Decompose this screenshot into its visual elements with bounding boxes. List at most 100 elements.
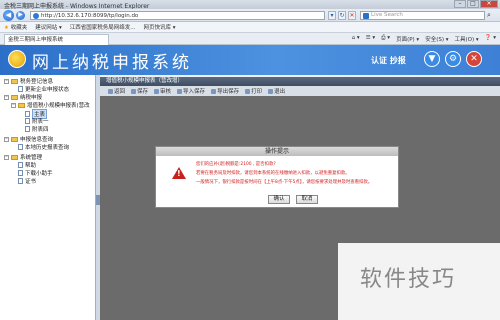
- tree-label: 纳税申报: [20, 95, 43, 101]
- watermark-text: 软件技巧: [360, 267, 457, 292]
- tree-label: 增值税小规模申报表(营改: [27, 103, 90, 109]
- document-icon: [25, 118, 30, 124]
- exit-icon[interactable]: ✕: [466, 51, 482, 67]
- toolbar-label: 打印: [251, 89, 263, 95]
- address-bar[interactable]: http://10.32.6.170:8099/tp/login.do: [30, 11, 325, 20]
- toolbar-export-button[interactable]: 导出保存: [211, 87, 239, 95]
- save-icon: [131, 88, 137, 94]
- home-icon[interactable]: ⌂ ▾: [352, 35, 360, 43]
- form-toolbar: 返回 保存 审核 导入保存 导出保存 打印 退出: [100, 86, 500, 96]
- minimize-icon[interactable]: –: [454, 0, 466, 8]
- favorites-label: 收藏夹: [10, 25, 28, 31]
- toolbar-label: 导出保存: [217, 89, 240, 95]
- tree-label: 帮助: [25, 163, 37, 169]
- toolbar-label: 退出: [274, 89, 286, 95]
- tree-label: 下载小助手: [25, 171, 53, 177]
- toolbar-label: 保存: [137, 89, 149, 95]
- return-icon: [108, 88, 113, 94]
- toolbar-label: 返回: [114, 89, 126, 95]
- tree-item-local-history[interactable]: 本地历史报表查询: [18, 143, 69, 151]
- forward-icon[interactable]: ▶: [16, 11, 25, 20]
- expand-icon[interactable]: –: [4, 94, 9, 100]
- tree-item-query[interactable]: – 申报信息查询: [4, 135, 53, 143]
- help-menu[interactable]: ❓ ▾: [485, 35, 496, 43]
- tree-item-system[interactable]: – 系统管理: [4, 153, 42, 161]
- favorites-bar: ★ 收藏夹 建议网站 ▾ 江西省国家税务局网络发... 网页快讯库 ▾: [0, 22, 500, 33]
- tree-label: 本地历史报表查询: [25, 145, 70, 151]
- import-icon: [177, 88, 183, 94]
- tree-label: 系统管理: [20, 155, 43, 161]
- stop-icon[interactable]: ✕: [348, 11, 356, 20]
- tree-item-registration[interactable]: – 税务登记信息: [4, 77, 53, 85]
- address-url: http://10.32.6.170:8099/tp/login.do: [41, 12, 139, 19]
- dialog-title: 操作提示: [156, 147, 398, 156]
- toolbar-import-button[interactable]: 导入保存: [177, 87, 205, 95]
- search-icon[interactable]: ⌕: [487, 11, 491, 20]
- watermark-area: 软件技巧: [338, 243, 500, 320]
- folder-icon: [18, 102, 25, 108]
- auth-report-label[interactable]: 认证 抄报: [371, 55, 406, 66]
- expand-icon[interactable]: –: [11, 102, 16, 108]
- toolbar-audit-button[interactable]: 审核: [154, 87, 171, 95]
- tree-item-tax-filing[interactable]: – 纳税申报: [4, 93, 42, 101]
- feeds-icon[interactable]: ☰ ▾: [366, 35, 375, 43]
- favorites-link[interactable]: 网页快讯库 ▾: [143, 23, 175, 31]
- print-icon[interactable]: ⎙ ▾: [381, 35, 390, 43]
- toolbar-return-button[interactable]: 返回: [108, 87, 125, 95]
- folder-icon: [11, 154, 18, 160]
- print-icon: [245, 88, 251, 94]
- tree-label: 税务登记信息: [20, 79, 54, 85]
- document-icon: [25, 126, 30, 132]
- address-buttons: ▾ ↻ ✕: [328, 11, 356, 20]
- download-icon[interactable]: ▼: [424, 51, 440, 67]
- tools-menu[interactable]: 工具(O) ▾: [455, 35, 479, 43]
- settings-icon[interactable]: ⚙: [445, 51, 461, 67]
- window-controls: – □ ✕: [454, 0, 498, 9]
- toolbar-exit-button[interactable]: 退出: [268, 87, 285, 95]
- dropdown-icon[interactable]: ▾: [328, 11, 336, 20]
- warning-icon: !: [172, 167, 186, 179]
- cancel-button[interactable]: 取消: [296, 195, 318, 204]
- favorites-button[interactable]: ★ 收藏夹: [4, 23, 27, 31]
- safety-menu[interactable]: 安全(S) ▾: [425, 35, 448, 43]
- ie-page-icon: [33, 12, 39, 19]
- tree-item-help[interactable]: 帮助: [18, 161, 36, 169]
- refresh-icon[interactable]: ↻: [338, 11, 346, 20]
- toolbar-label: 审核: [160, 89, 172, 95]
- panel-title: 增值税小规模申报表（营改增）: [100, 77, 500, 86]
- folder-icon: [11, 78, 18, 84]
- document-icon: [18, 86, 23, 92]
- toolbar-print-button[interactable]: 打印: [245, 87, 262, 95]
- expand-icon[interactable]: –: [4, 154, 9, 160]
- command-bar: ⌂ ▾ ☰ ▾ ⎙ ▾ 页面(P) ▾ 安全(S) ▾ 工具(O) ▾ ❓ ▾: [352, 35, 496, 43]
- toolbar-save-button[interactable]: 保存: [131, 87, 148, 95]
- tree-label: 申报信息查询: [20, 137, 54, 143]
- tree-item-download-helper[interactable]: 下载小助手: [18, 169, 53, 177]
- tree-item-vat-small[interactable]: – 增值税小规模申报表(营改: [11, 101, 90, 109]
- tree-item-update-status[interactable]: 更新企业申报状态: [18, 85, 69, 93]
- maximize-icon[interactable]: □: [467, 0, 479, 8]
- document-icon: [18, 162, 23, 168]
- tree-item-schedule-1[interactable]: 附表一: [25, 117, 49, 125]
- back-icon[interactable]: ◀: [3, 10, 14, 21]
- dialog-message: 一般情况下，银行扣款是按时间在【上午8点-下午5点】，请您按要求处理并及时查看扣…: [196, 180, 373, 185]
- exit-icon: [268, 88, 274, 94]
- dialog-message: 若要在税务局及时扣款，请您到本系统的在线缴纳进入扣款，以避免重复扣款。: [196, 171, 350, 176]
- tax-emblem-icon: [8, 50, 26, 68]
- page-menu[interactable]: 页面(P) ▾: [396, 35, 419, 43]
- favorites-link[interactable]: 江西省国家税务局网络发...: [70, 23, 136, 31]
- live-search-icon: [363, 13, 369, 19]
- tree-item-schedule-4[interactable]: 附表四: [25, 125, 49, 133]
- dialog-message: 您们的应补(退)税额是:2100 , 是否扣款?: [196, 162, 276, 167]
- folder-icon: [11, 94, 18, 100]
- expand-icon[interactable]: –: [4, 78, 9, 84]
- favorites-link[interactable]: 建议网站 ▾: [35, 23, 62, 31]
- search-input[interactable]: Live Search: [360, 11, 485, 20]
- search-placeholder: Live Search: [371, 12, 403, 18]
- tab-row: 金税三期网上申报系统 ⌂ ▾ ☰ ▾ ⎙ ▾ 页面(P) ▾ 安全(S) ▾ 工…: [0, 33, 500, 45]
- browser-tab[interactable]: 金税三期网上申报系统: [4, 34, 109, 45]
- tree-item-certificate[interactable]: 证书: [18, 177, 36, 185]
- confirm-button[interactable]: 确认: [268, 195, 290, 204]
- expand-icon[interactable]: –: [4, 136, 9, 142]
- close-icon[interactable]: ✕: [480, 0, 498, 8]
